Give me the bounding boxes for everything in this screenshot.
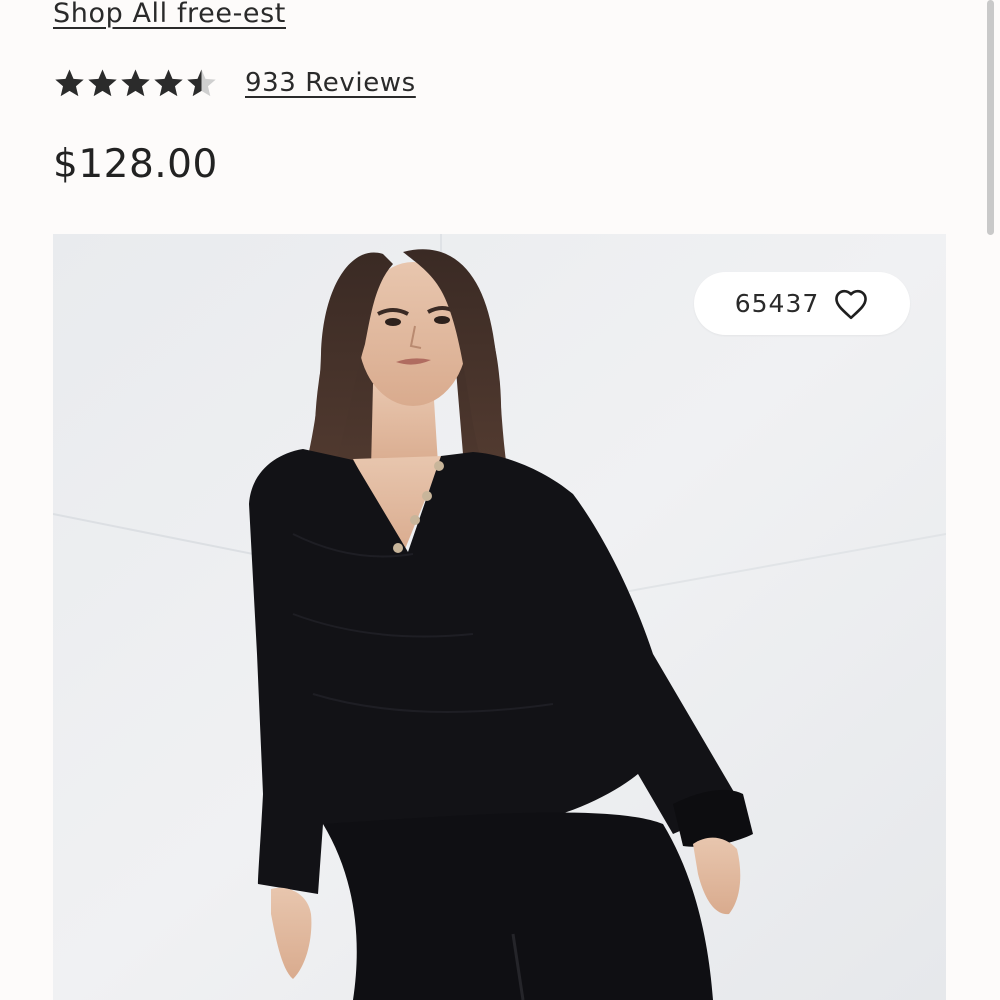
shop-all-link[interactable]: Shop All free-est — [53, 0, 286, 29]
star-icon — [187, 68, 216, 96]
product-image[interactable] — [53, 234, 946, 1000]
reviews-link[interactable]: 933 Reviews — [245, 68, 416, 98]
wishlist-count: 65437 — [734, 289, 820, 318]
product-photo — [53, 234, 946, 1000]
star-icon — [121, 68, 150, 96]
star-icon — [88, 68, 117, 96]
product-page: Shop All free-est 933 Reviews $128.00 65… — [0, 0, 1000, 1000]
heart-icon — [833, 288, 869, 320]
scrollbar[interactable] — [987, 0, 994, 235]
star-rating[interactable] — [53, 67, 218, 100]
wishlist-button[interactable]: 65437 — [694, 272, 910, 335]
star-icon — [154, 68, 183, 96]
product-price: $128.00 — [53, 142, 218, 187]
star-icon — [55, 68, 84, 96]
rating-row: 933 Reviews — [53, 63, 416, 103]
